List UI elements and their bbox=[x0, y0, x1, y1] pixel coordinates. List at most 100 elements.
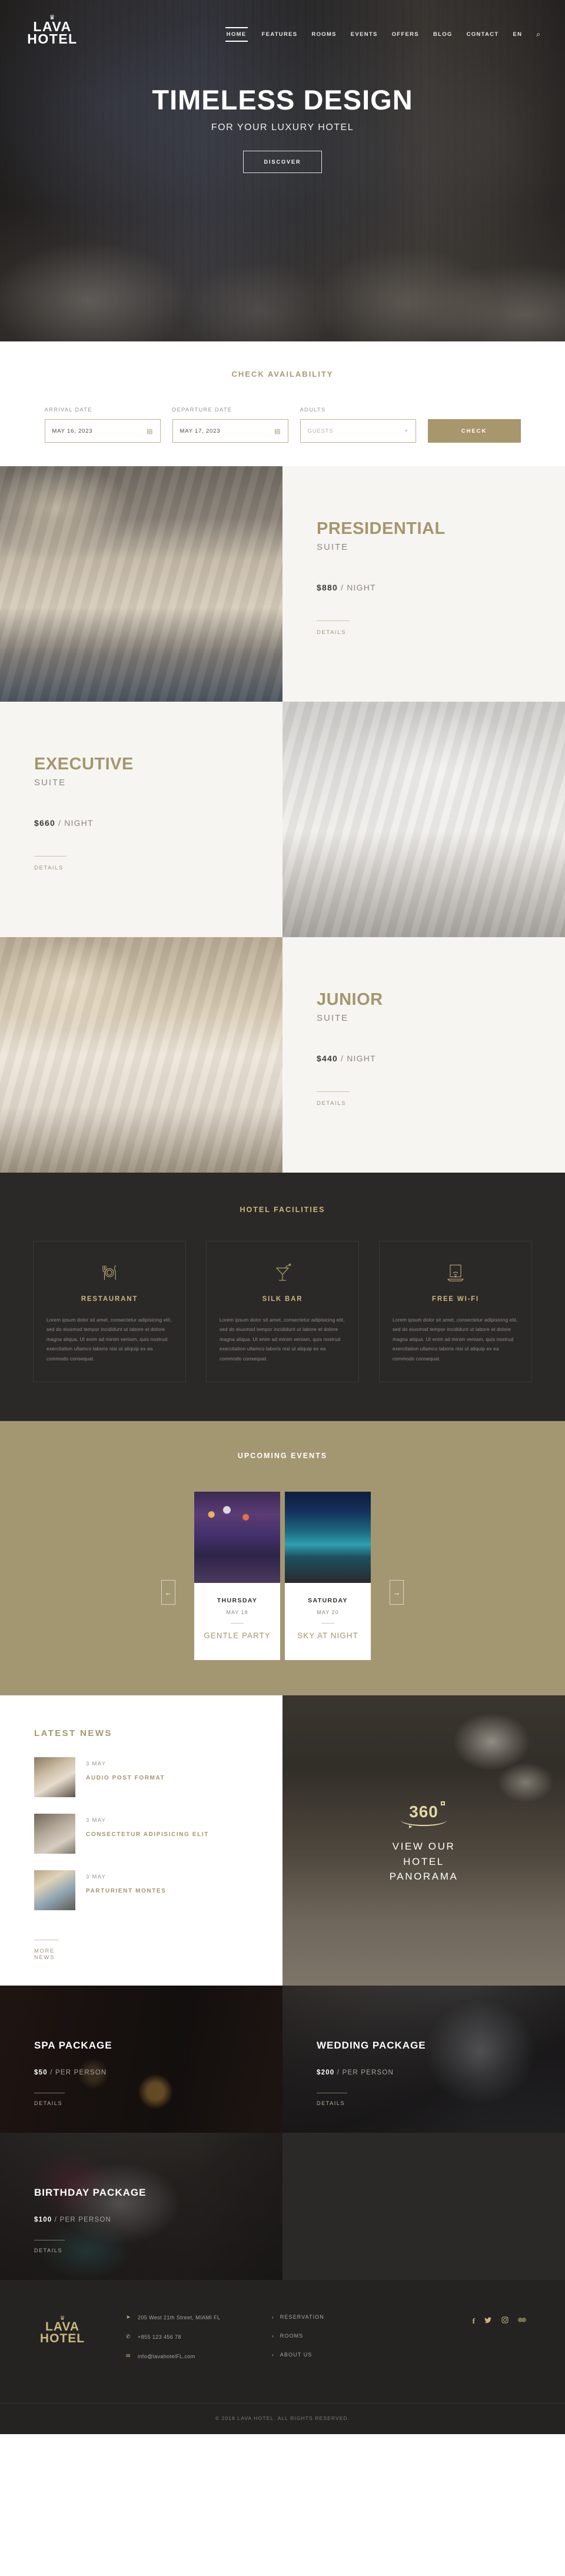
nav-item-rooms[interactable]: ROOMS bbox=[311, 28, 336, 41]
news-date: 3 MAY bbox=[86, 1874, 107, 1881]
check-availability-button[interactable]: CHECK bbox=[427, 419, 521, 443]
facilities-title: HOTEL FACILITIES bbox=[240, 1206, 325, 1214]
instagram-icon[interactable] bbox=[501, 2316, 508, 2326]
arrival-date-value: MAY 16, 2023 bbox=[52, 427, 93, 434]
panorama-caption: VIEW OUR HOTEL PANORAMA bbox=[390, 1839, 458, 1884]
package-details-link[interactable]: DETAILS bbox=[317, 2093, 347, 2106]
footer-link-rooms[interactable]: › ROOMS bbox=[272, 2333, 378, 2339]
nav-item-events[interactable]: EVENTS bbox=[351, 28, 378, 41]
suite-image-junior bbox=[0, 937, 282, 1173]
adults-select[interactable]: GUESTS ▼ bbox=[300, 419, 416, 443]
package-wedding[interactable]: WEDDING PACKAGE $200 / PER PERSON DETAIL… bbox=[282, 1986, 565, 2133]
package-price: $100 / PER PERSON bbox=[34, 2216, 282, 2223]
event-date: MAY 20 bbox=[317, 1609, 339, 1616]
suite-price-amount: $880 bbox=[317, 583, 338, 592]
mail-icon: ✉ bbox=[126, 2353, 131, 2359]
nav-item-offers[interactable]: OFFERS bbox=[392, 28, 419, 41]
suite-details-link[interactable]: DETAILS bbox=[34, 856, 67, 871]
suite-subtitle: SUITE bbox=[34, 778, 67, 788]
package-details-link[interactable]: DETAILS bbox=[34, 2240, 65, 2253]
footer-link-reservation[interactable]: › RESERVATION bbox=[272, 2314, 378, 2320]
suite-junior: JUNIOR SUITE $440 / NIGHT DETAILS bbox=[0, 937, 565, 1173]
event-date: MAY 18 bbox=[226, 1609, 248, 1616]
suite-subtitle: SUITE bbox=[317, 1013, 349, 1023]
footer-link-label: ABOUT US bbox=[280, 2352, 313, 2358]
suite-price-amount: $440 bbox=[317, 1054, 338, 1063]
footer-link-label: RESERVATION bbox=[280, 2314, 324, 2321]
adults-value: GUESTS bbox=[307, 427, 334, 434]
more-news-link[interactable]: MORE NEWS bbox=[34, 1940, 59, 1961]
event-card[interactable]: SATURDAY MAY 20 SKY AT NIGHT bbox=[285, 1492, 371, 1661]
facebook-icon[interactable]: f bbox=[473, 2316, 475, 2326]
hero-title: TIMELESS DESIGN bbox=[152, 84, 413, 115]
package-spa[interactable]: SPA PACKAGE $50 / PER PERSON DETAILS bbox=[0, 1986, 282, 2133]
suite-presidential: PRESIDENTIAL SUITE $880 / NIGHT DETAILS bbox=[0, 466, 565, 702]
package-details-link[interactable]: DETAILS bbox=[34, 2093, 65, 2106]
tripadvisor-icon[interactable] bbox=[518, 2316, 526, 2326]
package-birthday[interactable]: BIRTHDAY PACKAGE $100 / PER PERSON DETAI… bbox=[0, 2133, 282, 2280]
facilities-list: RESTAURANT Lorem ipsum dolor sit amet, c… bbox=[0, 1241, 565, 1383]
event-card[interactable]: THURSDAY MAY 18 GENTLE PARTY bbox=[194, 1492, 280, 1661]
footer-link-label: ROOMS bbox=[280, 2333, 304, 2339]
news-panorama-row: LATEST NEWS 3 MAY AUDIO POST FORMAT 3 MA… bbox=[0, 1695, 565, 1986]
events-title: UPCOMING EVENTS bbox=[237, 1452, 328, 1460]
chevron-down-icon[interactable]: ▼ bbox=[404, 429, 408, 433]
events-carousel: ← THURSDAY MAY 18 GENTLE PARTY SATURDAY … bbox=[0, 1492, 565, 1661]
news-thumbnail bbox=[34, 1757, 75, 1798]
availability-form: ARRIVAL DATE MAY 16, 2023 ▤ DEPARTURE DA… bbox=[0, 407, 565, 443]
facility-free-wifi: FREE WI-FI Lorem ipsum dolor sit amet, c… bbox=[379, 1241, 532, 1383]
events-prev-button[interactable]: ← bbox=[161, 1580, 175, 1605]
twitter-icon[interactable] bbox=[484, 2316, 492, 2326]
event-name: GENTLE PARTY bbox=[204, 1631, 271, 1641]
suite-subtitle: SUITE bbox=[317, 542, 349, 552]
package-price-unit: / PER PERSON bbox=[50, 2069, 107, 2077]
footer-link-about-us[interactable]: › ABOUT US bbox=[272, 2352, 378, 2358]
departure-date-input[interactable]: MAY 17, 2023 ▤ bbox=[172, 419, 288, 443]
suite-image-executive bbox=[282, 702, 565, 937]
news-date: 3 MAY bbox=[86, 1761, 107, 1768]
arrival-date-field: ARRIVAL DATE MAY 16, 2023 ▤ bbox=[44, 407, 161, 443]
news-item[interactable]: 3 MAY PARTURIENT MONTES bbox=[34, 1870, 282, 1911]
news-title: AUDIO POST FORMAT bbox=[86, 1775, 165, 1782]
suite-name: PRESIDENTIAL bbox=[317, 519, 446, 538]
hotel-landing-page: ♛ LAVA HOTEL HOME FEATURES ROOMS EVENTS … bbox=[0, 0, 565, 2435]
calendar-icon[interactable]: ▤ bbox=[274, 427, 280, 435]
restaurant-icon bbox=[46, 1263, 172, 1283]
news-title: PARTURIENT MONTES bbox=[86, 1888, 167, 1895]
departure-date-field: DEPARTURE DATE MAY 17, 2023 ▤ bbox=[172, 407, 288, 443]
facility-silk-bar: SILK BAR Lorem ipsum dolor sit amet, con… bbox=[206, 1241, 359, 1383]
suite-details-link[interactable]: DETAILS bbox=[317, 1091, 350, 1107]
package-price: $50 / PER PERSON bbox=[34, 2069, 282, 2076]
package-name: SPA PACKAGE bbox=[34, 2040, 112, 2051]
wifi-icon bbox=[393, 1263, 519, 1283]
nav-item-features[interactable]: FEATURES bbox=[262, 28, 298, 41]
suite-price-amount: $660 bbox=[34, 818, 55, 828]
calendar-icon[interactable]: ▤ bbox=[147, 427, 152, 435]
search-icon[interactable]: ⌕ bbox=[536, 30, 540, 39]
footer-contact-list: ➤ 205 West 21th Street, MIAMI FL ✆ +855 … bbox=[126, 2314, 261, 2372]
footer-contact-phone[interactable]: ✆ +855 123 456 78 bbox=[126, 2333, 261, 2340]
events-next-button[interactable]: → bbox=[390, 1580, 404, 1605]
footer-logo[interactable]: ♛ LAVA HOTEL bbox=[27, 2314, 98, 2345]
news-thumbnail bbox=[34, 1814, 75, 1854]
site-logo[interactable]: ♛ LAVA HOTEL bbox=[20, 15, 85, 46]
panorama-section[interactable]: 360 VIEW OUR HOTEL PANORAMA bbox=[282, 1695, 565, 1986]
news-item[interactable]: 3 MAY AUDIO POST FORMAT bbox=[34, 1757, 282, 1798]
footer-links-list: › RESERVATION › ROOMS › ABOUT US bbox=[272, 2314, 378, 2371]
suite-details-link[interactable]: DETAILS bbox=[317, 620, 350, 636]
news-date: 3 MAY bbox=[86, 1817, 107, 1824]
arrival-date-input[interactable]: MAY 16, 2023 ▤ bbox=[44, 419, 161, 443]
nav-item-language[interactable]: EN bbox=[513, 28, 522, 41]
discover-button[interactable]: DISCOVER bbox=[243, 151, 322, 174]
nav-item-home[interactable]: HOME bbox=[225, 27, 248, 42]
footer-contact-email[interactable]: ✉ info@lavahotelFL.com bbox=[126, 2353, 261, 2359]
event-image bbox=[285, 1492, 371, 1584]
facilities-section: HOTEL FACILITIES RESTAURANT Lorem ipsum … bbox=[0, 1173, 565, 1422]
news-item[interactable]: 3 MAY CONSECTETUR ADIPISICING ELIT bbox=[34, 1814, 282, 1854]
package-placeholder bbox=[282, 2133, 565, 2280]
nav-item-blog[interactable]: BLOG bbox=[433, 28, 453, 41]
suite-executive: EXECUTIVE SUITE $660 / NIGHT DETAILS bbox=[0, 702, 565, 937]
event-day: SATURDAY bbox=[308, 1597, 348, 1605]
packages-row-2: BIRTHDAY PACKAGE $100 / PER PERSON DETAI… bbox=[0, 2133, 565, 2280]
nav-item-contact[interactable]: CONTACT bbox=[467, 28, 499, 41]
